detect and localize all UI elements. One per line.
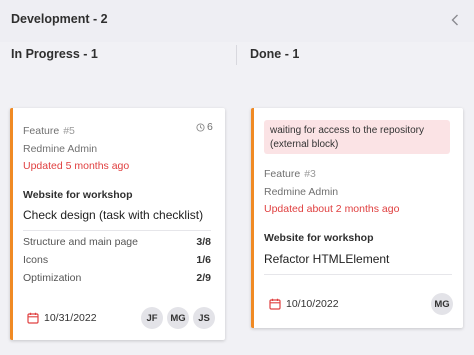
project-name: Website for workshop (264, 232, 374, 244)
updated-time: Updated 5 months ago (23, 160, 130, 172)
issue-id: #3 (304, 168, 316, 180)
column-divider (236, 45, 237, 65)
calendar-icon (27, 312, 39, 324)
checklist-label: Optimization (23, 272, 82, 284)
checklist-label: Structure and main page (23, 236, 138, 248)
due-date-value: 10/31/2022 (44, 312, 97, 324)
checklist-item: Optimization 2/9 (23, 272, 211, 286)
column-header-in-progress: In Progress - 1 (11, 47, 98, 61)
divider (23, 230, 211, 231)
column-header-done: Done - 1 (250, 47, 300, 61)
issue-subject[interactable]: Check design (task with checklist) (23, 208, 203, 222)
updated-time: Updated about 2 months ago (264, 203, 400, 215)
checklist-item: Structure and main page 3/8 (23, 236, 211, 250)
checklist-count: 3/8 (196, 236, 211, 248)
comment-count-value: 6 (207, 121, 213, 133)
collapse-button[interactable] (446, 10, 464, 30)
tracker-label: Feature (264, 168, 301, 180)
chevron-left-icon (451, 14, 458, 26)
swimlane-title: Development - 2 (11, 12, 108, 26)
due-date-value: 10/10/2022 (286, 298, 339, 310)
issue-card[interactable]: waiting for access to the repository (ex… (251, 108, 463, 328)
issue-id: #5 (63, 125, 75, 137)
author-name: Redmine Admin (23, 143, 98, 155)
swimlane-header: Development - 2 (0, 0, 474, 42)
due-date: 10/10/2022 (269, 296, 339, 312)
checklist-label: Icons (23, 254, 49, 266)
avatar[interactable]: JF (141, 307, 163, 329)
checklist-item: Icons 1/6 (23, 254, 211, 268)
avatar[interactable]: MG (431, 293, 453, 315)
issue-subject[interactable]: Refactor HTMLElement (264, 252, 389, 266)
calendar-icon (269, 298, 281, 310)
checklist-count: 2/9 (196, 272, 211, 284)
clock-icon (196, 122, 205, 132)
tracker-label: Feature (23, 125, 60, 137)
author-name: Redmine Admin (264, 186, 339, 198)
avatar[interactable]: MG (167, 307, 189, 329)
divider (264, 274, 452, 275)
comment-count: 6 (196, 121, 213, 133)
checklist-count: 1/6 (196, 254, 211, 266)
due-date: 10/31/2022 (27, 310, 97, 326)
avatar[interactable]: JS (193, 307, 215, 329)
blocked-note: waiting for access to the repository (ex… (264, 120, 450, 154)
project-name: Website for workshop (23, 189, 133, 201)
issue-card[interactable]: Feature #5 6 Redmine Admin Updated 5 mont… (10, 108, 225, 340)
